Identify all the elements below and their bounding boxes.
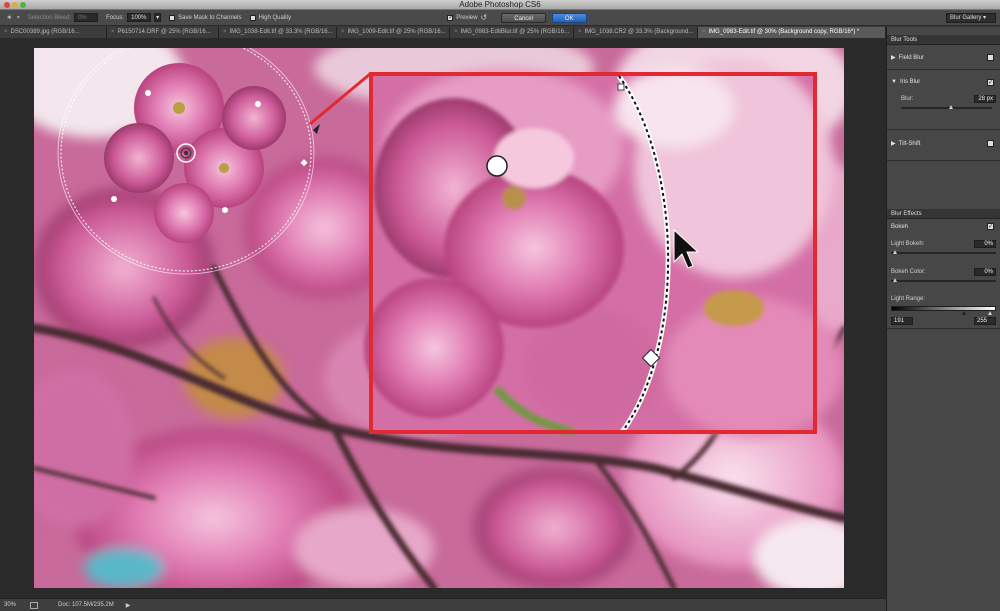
panel-spacer [887, 161, 1000, 209]
zoom-inset [364, 58, 844, 438]
document-tab[interactable]: × DSC00389.jpg (RGB/16... [0, 27, 107, 38]
save-mask-checkbox[interactable] [169, 14, 176, 21]
close-tab-icon[interactable]: × [578, 29, 582, 35]
high-quality-label: High Quality [258, 14, 292, 21]
bokeh-color-label: Bokeh Color: [891, 269, 926, 275]
tab-label: IMG_0983-EditBlur.tif @ 25% (RGB/16... [460, 29, 569, 35]
zoom-level[interactable]: 30% [4, 602, 30, 608]
save-mask-group: Save Mask to Channels [169, 14, 242, 21]
cherry-blossom-photo[interactable] [34, 48, 844, 588]
close-tab-icon[interactable]: × [111, 29, 115, 35]
selection-bleed-label: Selection Bleed: [27, 14, 72, 21]
light-bokeh-thumb[interactable] [893, 250, 897, 254]
light-bokeh-label: Light Bokeh: [891, 241, 925, 247]
close-tab-icon[interactable]: × [454, 29, 458, 35]
focus-group: Focus: 100% ▾ [106, 13, 162, 22]
bokeh-color-thumb[interactable] [893, 278, 897, 282]
preview-checkbox[interactable]: ✓ [447, 14, 453, 21]
focus-dropdown-icon[interactable]: ▾ [154, 13, 162, 22]
bokeh-section: Bokeh ✓ Light Bokeh: 0% Bokeh Color: 0% Li… [887, 219, 1000, 329]
focus-label: Focus: [106, 14, 125, 21]
preview-group: ✓ Preview ↺ [447, 13, 487, 22]
iris-blur-checkbox[interactable]: ✓ [987, 79, 994, 86]
title-bar: Adobe Photoshop CS6 [0, 0, 1000, 10]
workspace-select[interactable]: Blur Gallery ▾ [946, 13, 996, 23]
document-tab[interactable]: × P6150714.ORF @ 25% (RGB/16... [107, 27, 219, 38]
tilt-shift-section[interactable]: ▶ Tilt-Shift [887, 130, 1000, 161]
high-quality-group: High Quality [249, 14, 292, 21]
document-tab-active[interactable]: × IMG_0983-Edit.tif @ 30% (Background cop… [698, 27, 886, 38]
field-blur-section[interactable]: ▶ Field Blur [887, 45, 1000, 70]
light-bokeh-input[interactable]: 0% [974, 240, 996, 248]
transition-pin-icon [486, 155, 508, 177]
workspace-select-value: Blur Gallery [950, 15, 982, 21]
tab-label: IMG_1009-Edit.tif @ 25% (RGB/16... [347, 29, 446, 35]
expand-icon[interactable]: ▶ [891, 54, 896, 61]
doc-size-text: Doc: 107.5M/235.2M [58, 602, 114, 608]
close-tab-icon[interactable]: × [341, 29, 345, 35]
app-title: Adobe Photoshop CS6 [459, 0, 541, 9]
tab-label: P6150714.ORF @ 25% (RGB/16... [117, 29, 211, 35]
save-mask-label: Save Mask to Channels [178, 14, 242, 21]
status-options-icon[interactable] [30, 601, 38, 609]
close-tab-icon[interactable]: × [702, 29, 706, 35]
document-tab[interactable]: × IMG_0983-EditBlur.tif @ 25% (RGB/16... [450, 27, 574, 38]
selection-bleed-input[interactable]: 0% [74, 13, 99, 22]
tab-label: IMG_1038-Edit.tif @ 33.3% (RGB/16... [229, 29, 333, 35]
document-tab[interactable]: × IMG_1038.CR2 @ 33.3% (Background... [574, 27, 698, 38]
collapse-icon[interactable]: ▼ [891, 79, 897, 85]
blur-tools-panel: Blur Tools ▶ Field Blur ▼ Iris Blur ✓ Blur… [886, 27, 1000, 611]
iris-handle-icon [617, 83, 625, 91]
close-tab-icon[interactable]: × [4, 29, 8, 35]
tilt-shift-checkbox[interactable] [987, 140, 994, 147]
blur-value-input[interactable]: 28 px [974, 95, 996, 103]
tab-label: IMG_1038.CR2 @ 33.3% (Background... [584, 29, 694, 35]
bokeh-checkbox[interactable]: ✓ [987, 223, 994, 230]
light-range-low-input[interactable]: 191 [891, 317, 913, 325]
bokeh-color-slider[interactable] [891, 278, 996, 282]
status-bar: 30% Doc: 107.5M/235.2M ▶ [0, 598, 886, 611]
tool-dropdown-icon[interactable]: ▾ [17, 14, 20, 21]
selection-bleed-group: Selection Bleed: 0% [27, 13, 99, 22]
ok-button[interactable]: OK [551, 12, 587, 23]
bokeh-color-input[interactable]: 0% [974, 268, 996, 276]
iris-blur-label: Iris Blur [899, 79, 921, 85]
cancel-button[interactable]: Cancel [501, 12, 546, 23]
preview-label: Preview [456, 14, 478, 21]
light-bokeh-slider[interactable] [891, 250, 996, 254]
close-tab-icon[interactable]: × [223, 29, 227, 35]
focus-input[interactable]: 100% [127, 13, 152, 22]
light-range-low-thumb[interactable] [962, 311, 966, 315]
bokeh-label: Bokeh [891, 224, 909, 230]
reset-pins-icon[interactable]: ↺ [481, 13, 488, 22]
options-bar: ✶ ▾ Selection Bleed: 0% Focus: 100% ▾ Sa… [0, 10, 1000, 26]
blur-slider-thumb[interactable] [949, 105, 954, 109]
tab-label: DSC00389.jpg (RGB/16... [10, 29, 80, 35]
iris-blur-section[interactable]: ▼ Iris Blur ✓ Blur: 28 px [887, 70, 1000, 130]
light-range-high-thumb[interactable] [988, 311, 992, 315]
tab-label: IMG_0983-Edit.tif @ 30% (Background copy… [708, 29, 860, 35]
document-tabs: × DSC00389.jpg (RGB/16... × P6150714.ORF @… [0, 27, 886, 38]
tilt-shift-label: Tilt-Shift [898, 140, 921, 147]
light-range-high-input[interactable]: 255 [974, 317, 996, 325]
high-quality-checkbox[interactable] [249, 14, 256, 21]
field-blur-label: Field Blur [898, 54, 924, 61]
blur-slider[interactable] [901, 105, 992, 109]
effects-title: Blur Effects [887, 209, 1000, 219]
status-menu-icon[interactable]: ▶ [126, 602, 131, 609]
field-blur-checkbox[interactable] [987, 54, 994, 61]
document-tab[interactable]: × IMG_1009-Edit.tif @ 25% (RGB/16... [337, 27, 450, 38]
document-canvas[interactable] [0, 38, 886, 598]
light-range-slider[interactable] [891, 306, 996, 315]
panel-title: Blur Tools [887, 35, 1000, 45]
blur-label: Blur: [901, 96, 914, 102]
expand-icon[interactable]: ▶ [891, 140, 896, 147]
tool-icon[interactable]: ✶ [6, 13, 13, 22]
document-tab[interactable]: × IMG_1038-Edit.tif @ 33.3% (RGB/16... [219, 27, 337, 38]
light-range-label: Light Range: [891, 296, 926, 302]
